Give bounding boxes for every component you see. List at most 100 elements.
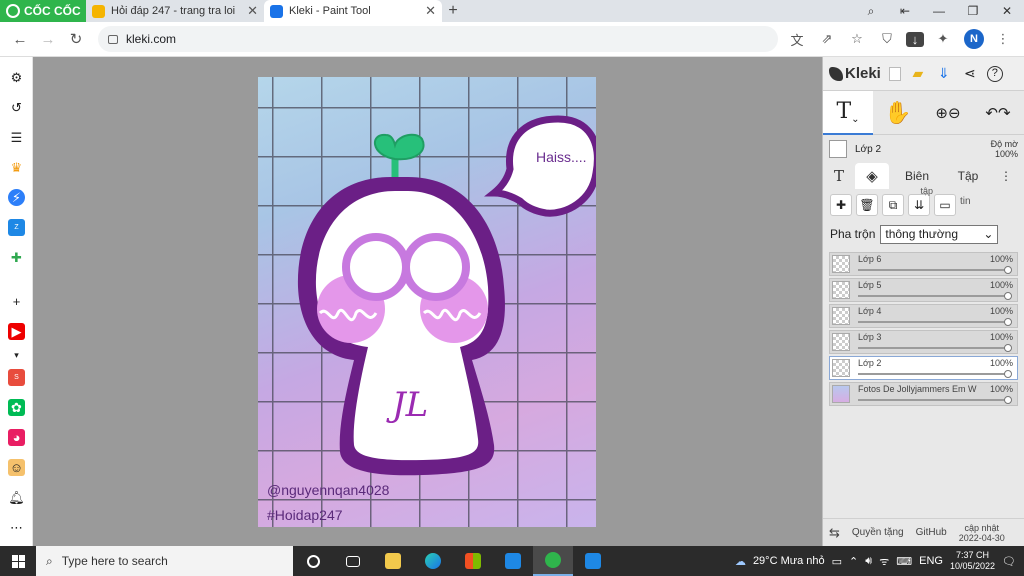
task-view-icon[interactable] [333,546,373,576]
restore-icon[interactable]: ❐ [956,4,990,18]
gamepad-icon[interactable]: ✚ [8,249,25,266]
store-icon[interactable] [453,546,493,576]
tab-layers[interactable]: ◈ [855,163,889,189]
close-window-icon[interactable]: ✕ [990,4,1024,18]
download-icon[interactable]: ↓ [906,31,924,47]
search-tabs-icon[interactable]: ⌕ [854,4,888,19]
open-folder-icon[interactable]: ▰ [909,65,927,82]
reading-list-icon[interactable]: ☰ [8,129,25,146]
help-icon[interactable]: ? [986,65,1003,82]
taskbar-search[interactable]: ⌕ Type here to search [36,546,293,576]
rename-layer-button[interactable]: ▭ [934,194,956,216]
edge-icon[interactable] [413,546,453,576]
privacy-link[interactable]: Quyền tặng [846,527,910,538]
notification-bell-icon[interactable]: 🔔︎ [8,489,25,506]
more-vertical-icon[interactable]: ⋮ [991,163,1021,189]
update-info[interactable]: cập nhật 2022-04-30 [953,523,1011,543]
layer-opacity-slider[interactable] [858,321,1009,323]
undo-redo-button[interactable]: ↶↷ [973,91,1023,135]
slider-handle[interactable] [1004,266,1012,274]
translate-icon[interactable]: 文 [786,30,808,49]
bookmark-star-icon[interactable]: ☆ [846,31,868,47]
slider-handle[interactable] [1004,396,1012,404]
weather-text[interactable]: 29°C Mưa nhỏ [753,555,825,567]
profile-avatar[interactable]: N [964,29,984,49]
reload-icon[interactable]: ↻ [62,30,90,48]
menu-dots-icon[interactable]: ⋮ [992,31,1014,47]
tab-edit[interactable]: Biên [889,163,945,189]
new-tab-button[interactable]: + [442,0,464,22]
merge-layer-button[interactable]: ⇊ tập [908,186,933,216]
shield-icon[interactable]: ⛉ [876,31,898,47]
minimize-icon[interactable]: — [922,4,956,18]
hand-tool-button[interactable]: ✋ [873,91,923,135]
github-link[interactable]: GitHub [910,527,953,538]
text-tool-button[interactable]: T ⌄ [823,90,873,135]
crown-icon[interactable]: ♛ [8,159,25,176]
layer-opacity-slider[interactable] [858,269,1009,271]
more-dots-icon[interactable]: ⋯ [8,519,25,536]
duplicate-layer-button[interactable]: ⧉ [882,194,904,216]
save-download-icon[interactable]: ⇓ [935,65,953,82]
language-indicator[interactable]: ENG [919,555,943,567]
wifi-icon[interactable]: ᯤ [879,554,889,569]
start-button[interactable] [0,554,36,568]
kleki-logo[interactable]: Kleki [829,65,881,82]
youtube-icon[interactable]: ▶ [8,323,25,340]
share-icon[interactable]: ⋖ [961,65,979,82]
slider-handle[interactable] [1004,370,1012,378]
cortana-icon[interactable] [293,546,333,576]
layer-opacity-slider[interactable] [858,347,1009,349]
close-tab-icon[interactable]: ✕ [425,3,436,19]
coccoc-brand[interactable]: CỐC CỐC [0,0,86,22]
shopee-icon[interactable]: S [8,369,25,386]
zalo-taskbar-icon[interactable] [573,546,613,576]
slider-handle[interactable] [1004,292,1012,300]
slider-handle[interactable] [1004,318,1012,326]
mail-icon[interactable] [493,546,533,576]
swap-arrows-icon[interactable]: ⇆ [823,525,846,541]
zalo-icon[interactable]: Z [8,219,25,236]
layer-item[interactable]: Lớp 4 100% [829,304,1018,328]
delete-layer-button[interactable]: 🗑︎ [856,194,878,216]
drawing-canvas[interactable]: Haiss.... JL @nguyennqan4028 #Hoidap247 [258,77,596,527]
lotus-icon[interactable]: ✿ [8,399,25,416]
layer-item[interactable]: Lớp 3 100% [829,330,1018,354]
gear-icon[interactable]: ⚙ [8,69,25,86]
app-icon[interactable]: ◕ [8,429,25,446]
coccoc-taskbar-icon[interactable] [533,546,573,576]
layer-opacity-slider[interactable] [858,295,1009,297]
notifications-icon[interactable]: 🗨︎ [1002,555,1016,568]
share-icon[interactable]: ⇗ [816,31,838,47]
close-tab-icon[interactable]: ✕ [247,3,258,19]
taskbar-clock[interactable]: 7:37 CH 10/05/2022 [950,550,995,572]
messenger-icon[interactable]: ⚡ [8,189,25,206]
add-shortcut-icon[interactable]: + [8,293,25,310]
history-icon[interactable]: ↺ [8,99,25,116]
layer-item-selected[interactable]: Lớp 2 100% [829,356,1018,380]
chevron-down-icon[interactable]: ▾ [8,347,25,364]
layer-item[interactable]: Lớp 6 100% [829,252,1018,276]
extensions-puzzle-icon[interactable]: ✦ [932,31,954,47]
slider-handle[interactable] [1004,344,1012,352]
layer-opacity-slider[interactable] [858,373,1009,375]
address-bar[interactable]: kleki.com [98,26,778,52]
volume-icon[interactable]: 🔊︎ [865,555,872,568]
show-hidden-icon[interactable]: ⌃ [849,555,858,568]
add-layer-button[interactable]: ✚ [830,194,852,216]
back-arrow-icon[interactable]: ← [6,31,34,48]
file-explorer-icon[interactable] [373,546,413,576]
layer-item[interactable]: Lớp 5 100% [829,278,1018,302]
keyboard-icon[interactable]: ⌨ [896,555,912,568]
new-file-icon[interactable] [888,66,901,81]
tab-kleki[interactable]: Kleki - Paint Tool ✕ [264,0,442,22]
back-history-icon[interactable]: ⇤ [888,4,922,18]
tab-text[interactable]: T [823,163,855,189]
tab-file[interactable]: Tập [945,163,991,189]
layer-opacity-slider[interactable] [858,399,1009,401]
tab-hoidap247[interactable]: Hỏi đáp 247 - trang tra loi ✕ [86,0,264,22]
forward-arrow-icon[interactable]: → [34,31,62,48]
game-avatar-icon[interactable]: ☺ [8,459,25,476]
tray-app-icon[interactable]: ▭ [832,555,842,568]
layer-item[interactable]: Fotos De Jollyjammers Em W 100% [829,382,1018,406]
